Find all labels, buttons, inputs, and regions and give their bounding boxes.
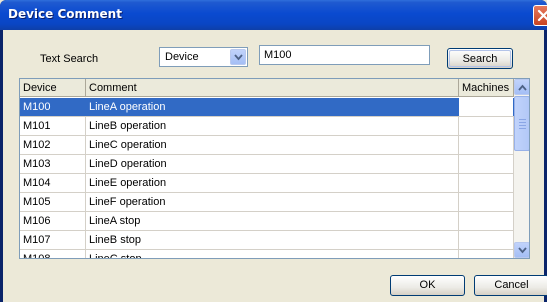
column-header-machines[interactable]: Machines: [459, 79, 514, 97]
cell-comment: LineA stop: [86, 212, 459, 230]
cell-comment: LineB operation: [86, 117, 459, 135]
window-title: Device Comment: [8, 7, 122, 21]
cell-comment: LineA operation: [86, 98, 459, 116]
cell-comment: LineF operation: [86, 193, 459, 211]
close-button[interactable]: [533, 5, 547, 26]
cell-comment: LineD operation: [86, 155, 459, 173]
thumb-grip: [519, 122, 526, 123]
table-row[interactable]: M100 LineA operation: [20, 98, 514, 117]
cell-machines: [459, 117, 514, 135]
close-icon: [537, 9, 547, 22]
dialog-body: Text Search Device Search Device Comment…: [3, 30, 547, 302]
ok-button[interactable]: OK: [390, 275, 465, 296]
cell-machines: [459, 193, 514, 211]
scroll-thumb[interactable]: [514, 96, 529, 151]
search-button[interactable]: Search: [447, 48, 513, 69]
cell-machines: [459, 98, 514, 116]
cell-machines: [459, 155, 514, 173]
text-search-label: Text Search: [40, 53, 99, 65]
search-input[interactable]: [259, 45, 430, 65]
vertical-scrollbar[interactable]: [514, 79, 529, 258]
cell-device: M102: [20, 136, 86, 154]
table-row[interactable]: M102 LineC operation: [20, 136, 514, 155]
device-comment-table[interactable]: Device Comment Machines M100 LineA operat…: [19, 78, 530, 259]
chevron-up-icon: [518, 84, 527, 91]
search-button-label: Search: [449, 50, 511, 67]
column-header-comment[interactable]: Comment: [86, 79, 459, 97]
cell-machines: [459, 136, 514, 154]
table-row[interactable]: M103 LineD operation: [20, 155, 514, 174]
table-row[interactable]: M108 LineC stop: [20, 250, 514, 258]
cell-device: M103: [20, 155, 86, 173]
thumb-grip: [519, 119, 526, 120]
cell-comment: LineC stop: [86, 250, 459, 258]
thumb-grip: [519, 128, 526, 129]
cell-comment: LineC operation: [86, 136, 459, 154]
cell-machines: [459, 212, 514, 230]
table-header: Device Comment Machines: [20, 79, 514, 97]
cancel-button[interactable]: Cancel: [474, 275, 547, 296]
dropdown-button[interactable]: [230, 49, 246, 65]
cell-device: M107: [20, 231, 86, 249]
table-row[interactable]: M101 LineB operation: [20, 117, 514, 136]
cell-machines: [459, 231, 514, 249]
table-row[interactable]: M105 LineF operation: [20, 193, 514, 212]
cell-device: M104: [20, 174, 86, 192]
table-row[interactable]: M104 LineE operation: [20, 174, 514, 193]
cell-device: M106: [20, 212, 86, 230]
cell-comment: LineB stop: [86, 231, 459, 249]
cell-device: M100: [20, 98, 86, 116]
column-header-device[interactable]: Device: [20, 79, 86, 97]
scroll-down-button[interactable]: [514, 242, 529, 258]
cell-device: M105: [20, 193, 86, 211]
device-comment-dialog: Device Comment Text Search Device Search…: [0, 0, 547, 302]
table-row[interactable]: M106 LineA stop: [20, 212, 514, 231]
thumb-grip: [519, 125, 526, 126]
title-bar[interactable]: Device Comment: [0, 0, 547, 30]
cell-device: M108: [20, 250, 86, 258]
cell-machines: [459, 174, 514, 192]
search-mode-dropdown[interactable]: Device: [159, 47, 248, 67]
cell-device: M101: [20, 117, 86, 135]
cell-comment: LineE operation: [86, 174, 459, 192]
scroll-up-button[interactable]: [514, 79, 529, 95]
search-mode-value: Device: [165, 51, 199, 63]
table-row[interactable]: M107 LineB stop: [20, 231, 514, 250]
cell-machines: [459, 250, 514, 258]
chevron-down-icon: [234, 54, 243, 61]
chevron-down-icon: [518, 247, 527, 254]
